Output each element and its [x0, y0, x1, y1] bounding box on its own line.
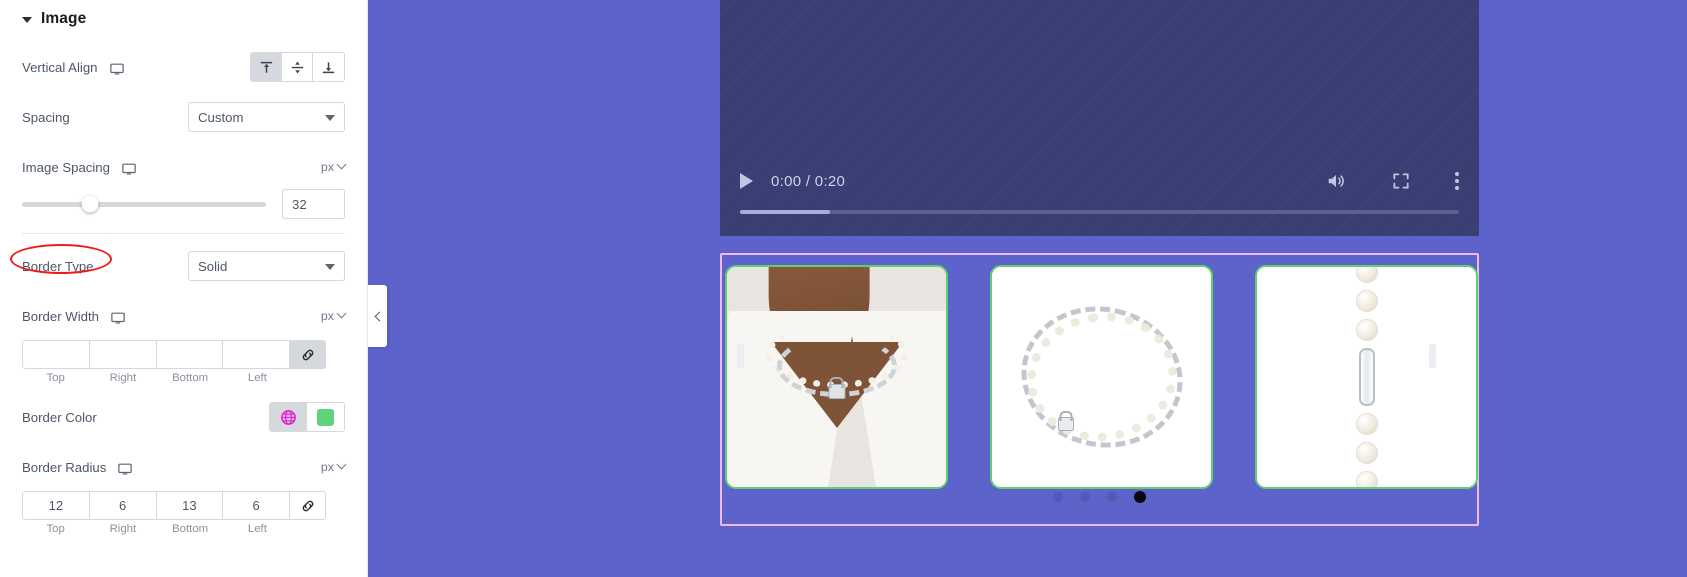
chevron-left-icon: [737, 344, 744, 368]
border-width-bottom-input[interactable]: [156, 341, 224, 368]
image-settings-panel: Image Vertical Align Spacing Custom Imag…: [0, 0, 368, 577]
carousel-dot-3[interactable]: [1107, 492, 1117, 502]
image-spacing-unit-value: px: [320, 160, 334, 174]
spacing-row: Spacing Custom: [0, 100, 367, 134]
carousel-dot-2[interactable]: [1080, 492, 1090, 502]
chevron-down-icon: [336, 308, 347, 318]
necklace-product-photo: [992, 267, 1211, 487]
border-radius-fields: 12 6 13 6 Top Right Bottom Left: [0, 491, 367, 535]
border-type-label: Border Type: [22, 258, 94, 274]
border-width-fields: Top Right Bottom Left: [0, 340, 367, 384]
panel-collapse-handle[interactable]: [368, 285, 387, 347]
slider-handle[interactable]: [81, 195, 99, 213]
image-spacing-value: 32: [292, 196, 307, 212]
border-type-select[interactable]: Solid: [188, 251, 345, 281]
align-bottom-button[interactable]: [313, 53, 344, 81]
border-width-unit-value: px: [320, 309, 334, 323]
border-color-label: Border Color: [22, 409, 97, 425]
play-icon[interactable]: [740, 173, 753, 189]
border-radius-bottom-input[interactable]: 13: [156, 492, 224, 519]
chevron-down-icon: [336, 159, 347, 169]
carousel-dot-4[interactable]: [1134, 491, 1146, 503]
fullscreen-icon[interactable]: [1391, 171, 1411, 191]
app-root: Image Vertical Align Spacing Custom Imag…: [0, 0, 1687, 577]
desktop-icon[interactable]: [111, 311, 125, 325]
image-spacing-label: Image Spacing: [22, 159, 110, 175]
globe-icon[interactable]: [270, 403, 307, 431]
chevron-left-icon: [374, 311, 384, 321]
border-radius-unit-value: px: [320, 460, 334, 474]
side-label-top: Top: [46, 523, 65, 535]
desktop-icon[interactable]: [118, 462, 133, 476]
side-label-top: Top: [46, 372, 65, 384]
border-width-left-input[interactable]: [223, 341, 290, 368]
image-spacing-slider[interactable]: [22, 195, 266, 213]
side-label-right: Right: [109, 523, 137, 535]
border-width-side-labels: Top Right Bottom Left: [22, 372, 326, 384]
carousel-slide-2[interactable]: [990, 265, 1213, 489]
side-label-bottom: Bottom: [172, 372, 209, 384]
image-spacing-slider-row: 32: [0, 184, 367, 224]
chevron-right-icon: [1429, 344, 1436, 368]
border-width-top-input[interactable]: [23, 341, 90, 368]
image-carousel: [720, 253, 1479, 526]
border-width-row: Border Width px: [0, 299, 367, 333]
side-label-right: Right: [109, 372, 137, 384]
align-middle-button[interactable]: [282, 53, 313, 81]
align-top-button[interactable]: [251, 53, 282, 81]
image-spacing-unit-toggle[interactable]: px: [320, 159, 347, 174]
desktop-icon[interactable]: [109, 62, 124, 76]
border-type-select-value: Solid: [198, 258, 228, 274]
border-radius-top-input[interactable]: 12: [23, 492, 90, 519]
kebab-menu-icon[interactable]: [1455, 172, 1459, 190]
border-color-swatch: [317, 408, 334, 426]
page-title: Image: [41, 10, 87, 27]
border-color-row: Border Color: [0, 400, 367, 434]
chevron-down-icon: [325, 115, 335, 121]
border-color-controls: [269, 402, 345, 432]
section-divider: [22, 233, 345, 234]
chevron-down-icon: [325, 264, 335, 270]
vertical-align-row: Vertical Align: [0, 50, 367, 84]
spacing-select-value: Custom: [198, 109, 244, 125]
carousel-slides: [722, 255, 1478, 489]
video-timestamp: 0:00 / 0:20: [771, 172, 846, 190]
spacing-select[interactable]: Custom: [188, 102, 345, 132]
video-controls-bar: 0:00 / 0:20: [720, 170, 1479, 192]
border-radius-row: Border Radius px: [0, 450, 367, 484]
vertical-align-label: Vertical Align: [22, 59, 98, 75]
volume-icon[interactable]: [1325, 170, 1347, 192]
video-player[interactable]: 0:00 / 0:20: [720, 0, 1479, 236]
vertical-align-button-group: [250, 52, 345, 82]
desktop-icon[interactable]: [122, 162, 136, 176]
image-spacing-row: Image Spacing px: [0, 150, 367, 184]
chevron-down-icon: [336, 459, 347, 469]
preview-canvas: 0:00 / 0:20: [368, 0, 1687, 577]
link-icon[interactable]: [290, 341, 325, 368]
border-radius-left-input[interactable]: 6: [223, 492, 290, 519]
carousel-dot-1[interactable]: [1053, 492, 1063, 502]
side-label-bottom: Bottom: [172, 523, 209, 535]
border-width-unit-toggle[interactable]: px: [320, 308, 347, 323]
border-color-swatch-button[interactable]: [307, 403, 344, 431]
video-progress-bar[interactable]: [740, 210, 1459, 214]
video-progress-fill: [740, 210, 830, 214]
border-type-row: Border Type Solid: [0, 249, 367, 283]
spacing-label: Spacing: [22, 109, 70, 125]
border-radius-unit-toggle[interactable]: px: [320, 459, 347, 474]
carousel-pagination: [722, 491, 1477, 504]
border-radius-label: Border Radius: [22, 459, 107, 475]
side-label-left: Left: [247, 523, 267, 535]
border-width-right-input[interactable]: [89, 341, 157, 368]
carousel-prev-button[interactable]: [737, 344, 771, 385]
border-radius-side-labels: Top Right Bottom Left: [22, 523, 326, 535]
border-radius-right-input[interactable]: 6: [89, 492, 157, 519]
border-width-label: Border Width: [22, 308, 99, 324]
image-spacing-input[interactable]: 32: [282, 189, 345, 219]
link-icon[interactable]: [290, 492, 325, 519]
carousel-next-button[interactable]: [1429, 344, 1463, 385]
caret-down-icon[interactable]: [22, 17, 32, 23]
panel-section-header[interactable]: Image: [0, 0, 367, 36]
side-label-left: Left: [247, 372, 267, 384]
